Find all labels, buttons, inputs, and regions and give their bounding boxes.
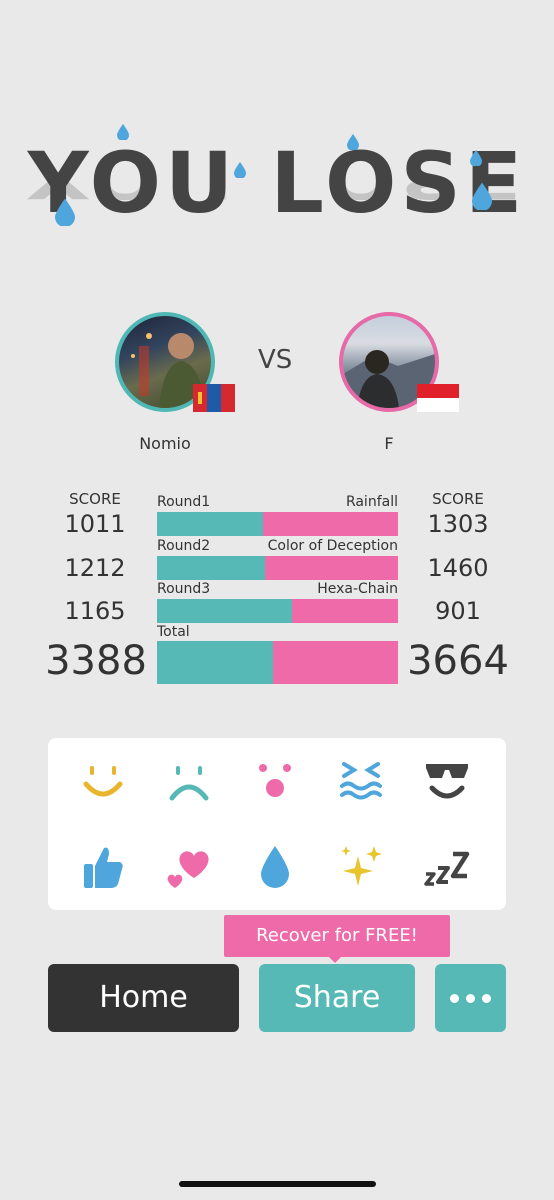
- round-score-bar: [157, 599, 398, 623]
- result-title-area: YOU LOSE YOU LOSE: [0, 124, 554, 270]
- player-right: F: [319, 312, 459, 453]
- surprised-emote-icon[interactable]: [250, 756, 300, 806]
- round-left-fill: [157, 599, 292, 623]
- raindrop-icon: [347, 134, 359, 150]
- indonesia-flag-icon: [417, 384, 459, 412]
- result-title-reflection: YOU LOSE: [0, 182, 554, 206]
- sparkles-emote-icon[interactable]: [336, 842, 386, 892]
- right-round-score: 901: [435, 597, 481, 625]
- sunglasses-emote-icon[interactable]: [422, 756, 472, 806]
- left-round-score: 1011: [64, 510, 126, 538]
- left-round-score: 1165: [64, 597, 126, 625]
- round-label: Round2: [157, 538, 211, 554]
- round-game-name: Rainfall: [345, 494, 398, 510]
- smile-emote-icon[interactable]: [78, 756, 128, 806]
- right-total-score: 3664: [407, 638, 509, 684]
- left-total-score: 3388: [45, 638, 147, 684]
- right-score-header: SCORE: [432, 490, 484, 508]
- sad-emote-icon[interactable]: [164, 756, 214, 806]
- round-left-fill: [157, 556, 266, 580]
- more-options-button[interactable]: [435, 964, 506, 1032]
- round-score-bar: [157, 556, 398, 580]
- round-label: Round1: [157, 494, 211, 510]
- player-left-name: Nomio: [139, 434, 191, 453]
- thumbs-up-emote-icon[interactable]: [78, 842, 128, 892]
- vs-label: VS: [258, 345, 293, 375]
- left-score-header: SCORE: [69, 490, 121, 508]
- share-button[interactable]: Share: [259, 964, 415, 1032]
- emote-panel: [48, 738, 506, 910]
- round-score-bar: [157, 512, 398, 536]
- mongolia-flag-icon: [193, 384, 235, 412]
- round-game-name: Color of Deception: [267, 538, 398, 554]
- raindrop-icon: [234, 162, 246, 178]
- laughing-emote-icon[interactable]: [336, 756, 386, 806]
- drop-emote-icon[interactable]: [250, 842, 300, 892]
- raindrop-icon: [55, 198, 75, 226]
- right-round-score: 1303: [427, 510, 489, 538]
- more-dots-icon: [435, 964, 506, 1032]
- total-label: Total: [157, 624, 190, 640]
- hearts-emote-icon[interactable]: [164, 842, 214, 892]
- total-left-fill: [157, 641, 273, 684]
- round-left-fill: [157, 512, 264, 536]
- right-round-score: 1460: [427, 554, 489, 582]
- raindrop-icon: [117, 124, 129, 140]
- raindrop-icon: [470, 150, 482, 166]
- total-score-bar: [157, 641, 398, 684]
- recover-for-free-button[interactable]: Recover for FREE!: [224, 915, 450, 957]
- home-button[interactable]: Home: [48, 964, 239, 1032]
- home-indicator[interactable]: [179, 1181, 376, 1187]
- player-right-name: F: [384, 434, 394, 453]
- left-round-score: 1212: [64, 554, 126, 582]
- recover-tooltip-arrow: [328, 956, 342, 963]
- raindrop-icon: [472, 182, 492, 210]
- sleep-emote-icon[interactable]: [422, 842, 472, 892]
- player-left: Nomio: [95, 312, 235, 453]
- round-game-name: Hexa-Chain: [317, 581, 398, 597]
- round-label: Round3: [157, 581, 211, 597]
